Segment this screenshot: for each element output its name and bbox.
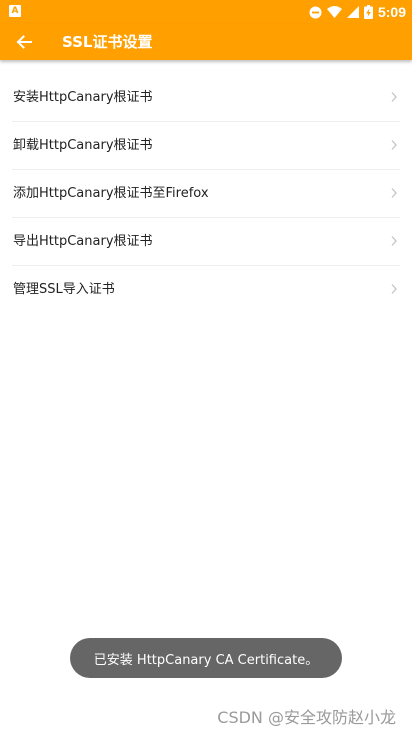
app-bar: SSL证书设置 [0,24,412,60]
app-icon-letter: A [11,6,19,16]
list-item-label: 管理SSL导入证书 [13,282,115,297]
a-app-icon: A [9,5,21,17]
chevron-right-icon [391,236,397,246]
arrow-left-icon [16,35,32,49]
battery-icon [363,5,373,19]
signal-icon [346,6,359,18]
list-item-add-cert-firefox[interactable]: 添加HttpCanary根证书至Firefox [12,170,400,218]
dnd-icon [309,6,322,18]
list-item-export-cert[interactable]: 导出HttpCanary根证书 [12,218,400,266]
chevron-right-icon [391,92,397,102]
list-item-label: 导出HttpCanary根证书 [13,234,153,249]
toast-message: 已安装 HttpCanary CA Certificate。 [70,638,342,678]
wifi-icon [326,6,342,18]
toast-text: 已安装 HttpCanary CA Certificate。 [93,652,319,668]
list-item-install-cert[interactable]: 安装HttpCanary根证书 [12,74,400,122]
status-bar: A 5:09 [0,0,412,24]
list-item-label: 卸载HttpCanary根证书 [13,138,153,153]
status-icons: 5:09 [309,0,406,24]
list-item-uninstall-cert[interactable]: 卸载HttpCanary根证书 [12,122,400,170]
back-button[interactable] [8,28,40,56]
status-time: 5:09 [377,4,406,20]
list-item-manage-imported-certs[interactable]: 管理SSL导入证书 [12,266,400,313]
watermark: CSDN @安全攻防赵小龙 [217,708,396,727]
list-item-label: 安装HttpCanary根证书 [13,90,153,105]
chevron-right-icon [391,188,397,198]
chevron-right-icon [391,140,397,150]
list-item-label: 添加HttpCanary根证书至Firefox [13,186,209,201]
ssl-settings-list: 安装HttpCanary根证书 卸载HttpCanary根证书 添加HttpCa… [0,74,412,313]
chevron-right-icon [391,284,397,294]
page-title: SSL证书设置 [62,33,153,51]
